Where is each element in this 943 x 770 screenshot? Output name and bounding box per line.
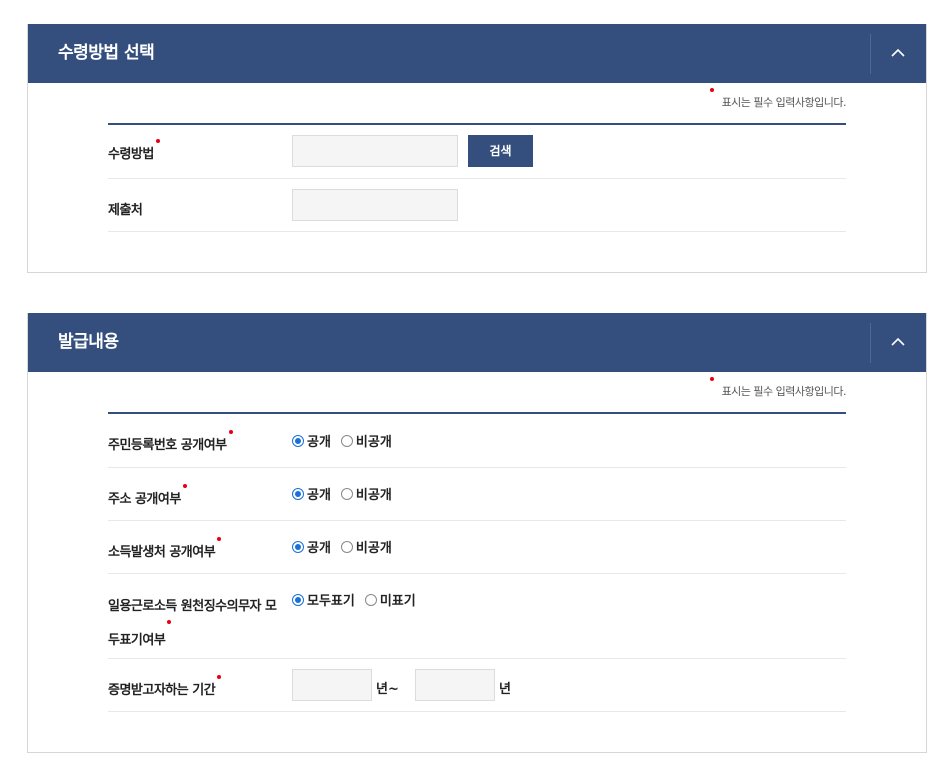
mark-all-option[interactable]: 모두표기: [292, 590, 355, 609]
end-year-unit: 년: [499, 682, 511, 697]
receipt-method-input[interactable]: [292, 135, 458, 167]
address-disclosure-row: 주소 공개여부 공개 비공개: [108, 468, 846, 521]
receipt-collapse-button[interactable]: [870, 34, 926, 74]
daily-wage-marking-radios: 모두표기 미표기: [292, 590, 426, 609]
income-source-disclosure-radios: 공개 비공개: [292, 537, 402, 556]
radio-checked-icon[interactable]: [292, 540, 304, 553]
submit-to-row: 제출처: [108, 179, 846, 232]
required-note: 표시는 필수 입력사항입니다.: [709, 377, 847, 399]
receipt-form-table: 수령방법 검색 제출처: [108, 123, 846, 232]
receipt-method-row: 수령방법 검색: [108, 125, 846, 179]
radio-checked-icon[interactable]: [292, 487, 304, 500]
required-dot-icon: [182, 484, 187, 488]
income-source-private-option[interactable]: 비공개: [340, 537, 392, 556]
receipt-method-label: 수령방법: [108, 139, 160, 162]
period-label: 증명받고자하는 기간: [108, 675, 222, 698]
required-dot-icon: [709, 88, 714, 92]
ssn-disclose-option[interactable]: 공개: [292, 431, 331, 450]
ssn-disclosure-row: 주민등록번호 공개여부 공개 비공개: [108, 414, 846, 468]
radio-unchecked-icon[interactable]: [340, 434, 353, 447]
ssn-disclosure-label: 주민등록번호 공개여부: [108, 430, 233, 453]
issuance-panel-title: 발급내용: [58, 332, 119, 352]
required-dot-icon: [228, 430, 233, 434]
address-private-option[interactable]: 비공개: [340, 484, 392, 503]
address-disclosure-label: 주소 공개여부: [108, 484, 187, 507]
required-dot-icon: [709, 377, 714, 381]
radio-unchecked-icon[interactable]: [340, 487, 353, 500]
chevron-up-icon: [891, 337, 905, 346]
start-year-input[interactable]: [292, 669, 372, 701]
submit-to-input[interactable]: [292, 189, 458, 221]
ssn-private-option[interactable]: 비공개: [340, 431, 392, 450]
submit-to-label: 제출처: [108, 203, 143, 218]
start-year-unit: 년~: [376, 682, 399, 697]
issuance-panel-header: 발급내용: [28, 313, 926, 372]
radio-unchecked-icon[interactable]: [340, 540, 353, 553]
radio-checked-icon[interactable]: [292, 434, 304, 447]
ssn-disclosure-radios: 공개 비공개: [292, 431, 402, 450]
required-dot-icon: [217, 675, 222, 679]
no-mark-option[interactable]: 미표기: [364, 590, 416, 609]
income-source-disclosure-label: 소득발생처 공개여부: [108, 537, 222, 560]
receipt-panel-header: 수령방법 선택: [28, 24, 926, 83]
daily-wage-marking-label: 일용근로소득 원천징수의무자 모 두표기여부: [108, 599, 277, 648]
chevron-up-icon: [891, 48, 905, 57]
required-note: 표시는 필수 입력사항입니다.: [709, 88, 847, 110]
radio-unchecked-icon[interactable]: [364, 593, 377, 606]
receipt-method-panel: 수령방법 선택 표시는 필수 입력사항입니다. 수령방법 검색 제출처: [27, 24, 927, 273]
required-dot-icon: [155, 139, 160, 143]
period-row: 증명받고자하는 기간 년~ 년: [108, 659, 846, 712]
receipt-panel-title: 수령방법 선택: [58, 43, 155, 63]
daily-wage-marking-row: 일용근로소득 원천징수의무자 모 두표기여부 모두표기 미표기: [108, 574, 846, 659]
required-dot-icon: [167, 620, 172, 624]
income-source-disclosure-row: 소득발생처 공개여부 공개 비공개: [108, 521, 846, 574]
address-disclosure-radios: 공개 비공개: [292, 484, 402, 503]
issuance-form-table: 주민등록번호 공개여부 공개 비공개 주소 공개여부 공개 비공개 소득발생처 …: [108, 412, 846, 712]
radio-checked-icon[interactable]: [292, 593, 304, 606]
end-year-input[interactable]: [415, 669, 495, 701]
income-source-disclose-option[interactable]: 공개: [292, 537, 331, 556]
issuance-collapse-button[interactable]: [870, 323, 926, 363]
address-disclose-option[interactable]: 공개: [292, 484, 331, 503]
required-dot-icon: [217, 537, 222, 541]
search-button[interactable]: 검색: [468, 135, 533, 167]
issuance-panel: 발급내용 표시는 필수 입력사항입니다. 주민등록번호 공개여부 공개 비공개 …: [27, 313, 927, 753]
